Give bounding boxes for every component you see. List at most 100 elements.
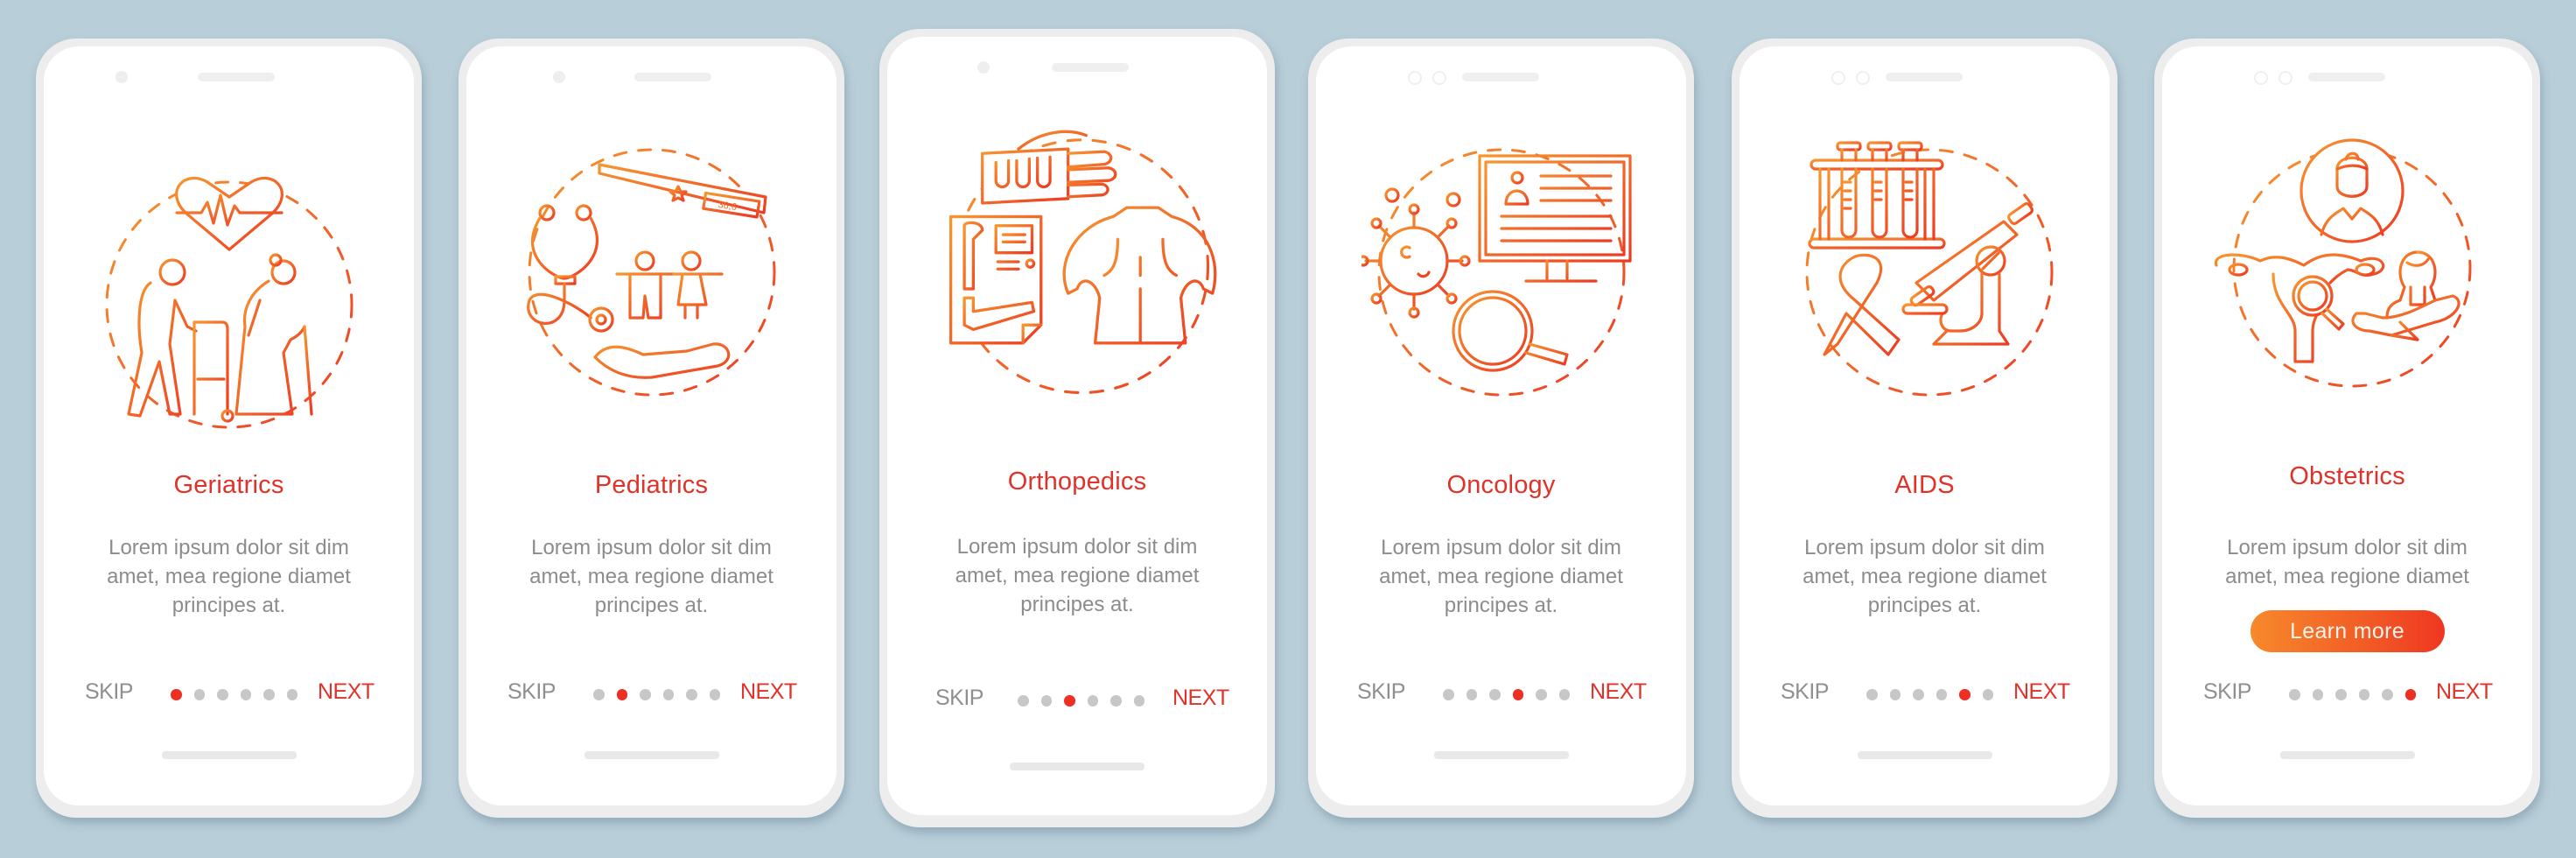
home-indicator[interactable] (584, 751, 719, 759)
page-dot-4-active[interactable] (1512, 689, 1523, 700)
page-dot-4[interactable] (240, 689, 251, 700)
home-indicator[interactable] (161, 751, 297, 759)
page-dot-3[interactable] (217, 689, 228, 700)
skip-button[interactable]: SKIP (935, 686, 984, 711)
page-dot-4[interactable] (1087, 695, 1098, 707)
elderly-couple-heart-icon (105, 176, 353, 429)
page-dot-2[interactable] (1466, 689, 1477, 700)
screen: Orthopedics Lorem ipsum dolor sit dim am… (887, 37, 1267, 815)
page-dot-3[interactable] (1913, 689, 1924, 700)
onboarding-nav: SKIP NEXT (2162, 679, 2532, 709)
front-camera (1831, 71, 1845, 85)
sensor (1432, 71, 1446, 85)
phone-screen-obstetrics: Obstetrics Lorem ipsum dolor sit dim ame… (2154, 39, 2540, 818)
description-line: principes at. (1444, 594, 1558, 617)
page-dot-4[interactable] (1936, 689, 1947, 700)
page-dot-6[interactable] (709, 689, 720, 700)
page-dot-5[interactable] (2382, 689, 2393, 700)
next-button[interactable]: NEXT (740, 679, 797, 705)
page-dot-2[interactable] (193, 689, 205, 700)
screen-description: Lorem ipsum dolor sit dim amet, mea regi… (887, 532, 1267, 619)
speaker (1886, 73, 1963, 81)
page-dot-1[interactable] (1443, 689, 1454, 700)
next-button[interactable]: NEXT (2436, 679, 2493, 705)
home-indicator[interactable] (2279, 751, 2415, 759)
description-line: principes at. (1867, 594, 1982, 617)
skip-button[interactable]: SKIP (85, 679, 133, 705)
page-dot-5[interactable] (263, 689, 275, 700)
page-dot-1-active[interactable] (171, 689, 182, 700)
front-camera (1408, 71, 1422, 85)
next-button[interactable]: NEXT (1172, 686, 1229, 711)
speaker (634, 73, 711, 81)
pagination-dots (2289, 689, 2416, 700)
page-dot-2-active[interactable] (616, 689, 627, 700)
description-line: principes at. (1020, 593, 1134, 616)
page-dot-3-active[interactable] (1064, 695, 1075, 707)
home-indicator[interactable] (1857, 751, 1992, 759)
next-button[interactable]: NEXT (318, 679, 374, 705)
pagination-dots (1018, 695, 1144, 707)
skip-button[interactable]: SKIP (1781, 679, 1829, 705)
page-dot-5[interactable] (686, 689, 697, 700)
learn-more-button[interactable]: Learn more (2250, 610, 2445, 652)
screen-title: Geriatrics (173, 471, 284, 499)
page-dot-5[interactable] (1110, 695, 1122, 707)
page-dot-2[interactable] (1040, 695, 1052, 707)
screen-description: Lorem ipsum dolor sit dim amet, mea regi… (466, 533, 836, 620)
description-line: Lorem ipsum dolor sit dim (531, 536, 772, 559)
uterus-doctor-patient-icon (2214, 138, 2471, 388)
skip-button[interactable]: SKIP (2203, 679, 2251, 705)
page-dot-6[interactable] (286, 689, 298, 700)
page-dot-6[interactable] (1982, 689, 1993, 700)
speaker (198, 73, 275, 81)
pagination-dots (1866, 689, 1993, 700)
page-dot-1[interactable] (593, 689, 605, 700)
description-line: Lorem ipsum dolor sit dim (1381, 536, 1621, 559)
page-dot-1[interactable] (2289, 689, 2300, 700)
page-dot-6[interactable] (1558, 689, 1570, 700)
stethoscope-thermometer-children-icon: 36,6 (526, 148, 775, 397)
page-dot-1[interactable] (1018, 695, 1029, 707)
page-dot-1[interactable] (1866, 689, 1878, 700)
front-camera (2254, 71, 2268, 85)
page-dot-4[interactable] (2358, 689, 2370, 700)
description-line: Lorem ipsum dolor sit dim (956, 535, 1198, 559)
phone-screen-pediatrics: 36,6 Pediatrics Lorem ipsum dolor sit di… (458, 39, 844, 818)
page-dot-5[interactable] (1536, 689, 1547, 700)
page-dot-3[interactable] (1489, 689, 1501, 700)
onboarding-nav: SKIP NEXT (887, 686, 1267, 715)
screen-description: Lorem ipsum dolor sit dim amet, mea regi… (1740, 533, 2110, 620)
onboarding-nav: SKIP NEXT (466, 679, 836, 709)
page-dot-6-active[interactable] (2404, 689, 2416, 700)
skip-button[interactable]: SKIP (1357, 679, 1405, 705)
home-indicator[interactable] (1433, 751, 1569, 759)
page-dot-6[interactable] (1133, 695, 1144, 707)
description-line: amet, mea regione diamet (1379, 565, 1623, 588)
screen-title: Orthopedics (1007, 468, 1147, 496)
next-button[interactable]: NEXT (2013, 679, 2070, 705)
description-line: Lorem ipsum dolor sit dim (108, 536, 349, 559)
screen-description: Lorem ipsum dolor sit dim amet, mea regi… (1316, 533, 1686, 620)
description-line: principes at. (594, 594, 709, 617)
description-line: amet, mea regione diamet (107, 565, 351, 588)
sensor (1856, 71, 1870, 85)
page-dot-4[interactable] (662, 689, 674, 700)
page-dot-5-active[interactable] (1959, 689, 1970, 700)
page-dot-2[interactable] (2312, 689, 2323, 700)
description-line: amet, mea regione diamet (2225, 565, 2469, 588)
page-dot-3[interactable] (2335, 689, 2347, 700)
home-indicator[interactable] (1010, 763, 1144, 770)
speaker (1052, 63, 1129, 72)
description-line: principes at. (172, 594, 286, 617)
onboarding-nav: SKIP NEXT (44, 679, 414, 709)
pagination-dots (593, 689, 720, 700)
front-camera (553, 71, 565, 83)
page-dot-2[interactable] (1889, 689, 1900, 700)
page-dot-3[interactable] (640, 689, 651, 700)
description-line: amet, mea regione diamet (955, 564, 1200, 587)
speaker (2308, 73, 2385, 81)
skip-button[interactable]: SKIP (508, 679, 556, 705)
description-line: Lorem ipsum dolor sit dim (2227, 536, 2468, 559)
next-button[interactable]: NEXT (1590, 679, 1647, 705)
